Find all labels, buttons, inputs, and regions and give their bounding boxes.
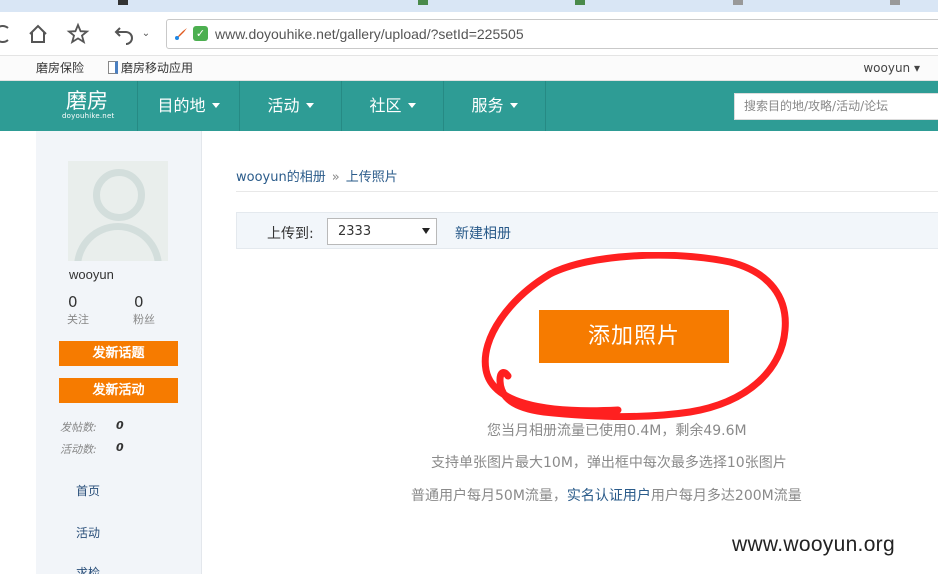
upload-target-bar: 上传到: 2333 新建相册 [236, 212, 938, 249]
new-activity-button[interactable]: 发新活动 [59, 378, 178, 403]
browser-tab-strip [0, 0, 938, 12]
activity-count-label: 活动数: [60, 443, 97, 456]
quota-policy-pre: 普通用户每月50M流量， [411, 488, 567, 504]
menu-community[interactable]: 社区 [342, 81, 443, 131]
bookmark-item[interactable]: 磨房移动应用 [108, 61, 193, 76]
menu-destination[interactable]: 目的地 [138, 81, 239, 131]
breadcrumb: wooyun的相册 » 上传照片 [236, 166, 398, 185]
menu-label: 目的地 [157, 96, 206, 115]
breadcrumb-album-link[interactable]: wooyun的相册 [236, 170, 326, 185]
upload-limit-text: 支持单张图片最大10M，弹出框中每次最多选择10张图片 [431, 455, 787, 471]
album-select[interactable]: 2333 [327, 218, 437, 245]
divider [545, 81, 546, 131]
upload-to-label: 上传到: [267, 226, 314, 242]
profile-sidebar: wooyun 0 关注 0 粉丝 发新话题 发新活动 发帖数: 0 活动数: 0… [36, 131, 202, 574]
url-text[interactable]: www.doyouhike.net/gallery/upload/?setId=… [215, 26, 524, 42]
red-annotation-circle [481, 252, 789, 420]
breadcrumb-separator: » [331, 170, 340, 185]
sidebar-link-activity[interactable]: 活动 [76, 524, 100, 541]
divider [236, 191, 938, 192]
bookmark-item[interactable]: 磨房保险 [36, 61, 84, 76]
site-header: 磨房 doyouhike.net 目的地 活动 社区 服务 搜索目的地/攻略/活… [0, 81, 938, 131]
activity-count-value: 0 [116, 441, 124, 454]
site-search-input[interactable]: 搜索目的地/攻略/活动/论坛 [734, 93, 938, 120]
caret-down-icon [305, 103, 314, 108]
secure-check-icon: ✓ [193, 26, 208, 41]
tab-favicon [418, 0, 428, 5]
quota-policy-text: 普通用户每月50M流量，实名认证用户用户每月多达200M流量 [411, 485, 802, 505]
bookmarks-bar: 磨房保险 磨房移动应用 wooyun ▾ [0, 56, 938, 81]
star-icon[interactable] [66, 22, 90, 46]
watermark: www.wooyun.org [732, 533, 895, 556]
home-icon[interactable] [26, 22, 50, 46]
menu-label: 社区 [369, 96, 402, 115]
avatar-head-shape [93, 169, 145, 221]
logo-text: 磨房 [66, 89, 108, 113]
new-topic-button[interactable]: 发新话题 [59, 341, 178, 366]
menu-label: 服务 [471, 96, 504, 115]
bookmark-user-menu[interactable]: wooyun ▾ [863, 61, 920, 76]
menu-service[interactable]: 服务 [444, 81, 545, 131]
post-count-label: 发帖数: [60, 421, 97, 434]
sidebar-link-misc[interactable]: 求检 [76, 564, 100, 574]
album-select-value: 2333 [338, 224, 372, 239]
menu-activity[interactable]: 活动 [240, 81, 341, 131]
reload-icon[interactable] [0, 22, 16, 46]
tab-favicon [890, 0, 900, 5]
logo-subtext: doyouhike.net [62, 112, 115, 120]
menu-label: 活动 [267, 96, 300, 115]
caret-down-icon [509, 103, 518, 108]
page-icon [108, 61, 118, 74]
verified-user-link[interactable]: 实名认证用户 [567, 488, 651, 504]
caret-down-icon [211, 103, 220, 108]
quota-policy-post: 用户每月多达200M流量 [650, 488, 802, 504]
site-logo[interactable]: 磨房 doyouhike.net [62, 89, 115, 121]
new-album-link[interactable]: 新建相册 [455, 223, 511, 243]
followers-label: 粉丝 [133, 313, 155, 326]
avatar[interactable] [68, 161, 168, 261]
followers-count[interactable]: 0 [134, 293, 144, 311]
following-label: 关注 [67, 313, 89, 326]
sidebar-link-home[interactable]: 首页 [76, 482, 100, 499]
rocket-icon [173, 26, 189, 42]
undo-icon[interactable] [112, 22, 136, 46]
quota-usage-text: 您当月相册流量已使用0.4M，剩余49.6M [487, 423, 747, 439]
avatar-body-shape [74, 223, 162, 261]
tab-favicon [118, 0, 128, 5]
tab-favicon [733, 0, 743, 5]
breadcrumb-current: 上传照片 [345, 170, 398, 185]
post-count-value: 0 [116, 419, 124, 432]
screenshot-root: ⌄ ✓ www.doyouhike.net/gallery/upload/?se… [0, 0, 938, 574]
address-bar[interactable]: ✓ www.doyouhike.net/gallery/upload/?setI… [166, 19, 938, 49]
chevron-down-icon[interactable]: ⌄ [134, 22, 158, 46]
tab-favicon [575, 0, 585, 5]
dropdown-arrow-icon [422, 228, 430, 234]
caret-down-icon [407, 103, 416, 108]
bookmark-label: 磨房移动应用 [121, 61, 194, 75]
browser-toolbar: ⌄ ✓ www.doyouhike.net/gallery/upload/?se… [0, 12, 938, 56]
profile-username[interactable]: wooyun [69, 267, 114, 282]
following-count[interactable]: 0 [68, 293, 78, 311]
